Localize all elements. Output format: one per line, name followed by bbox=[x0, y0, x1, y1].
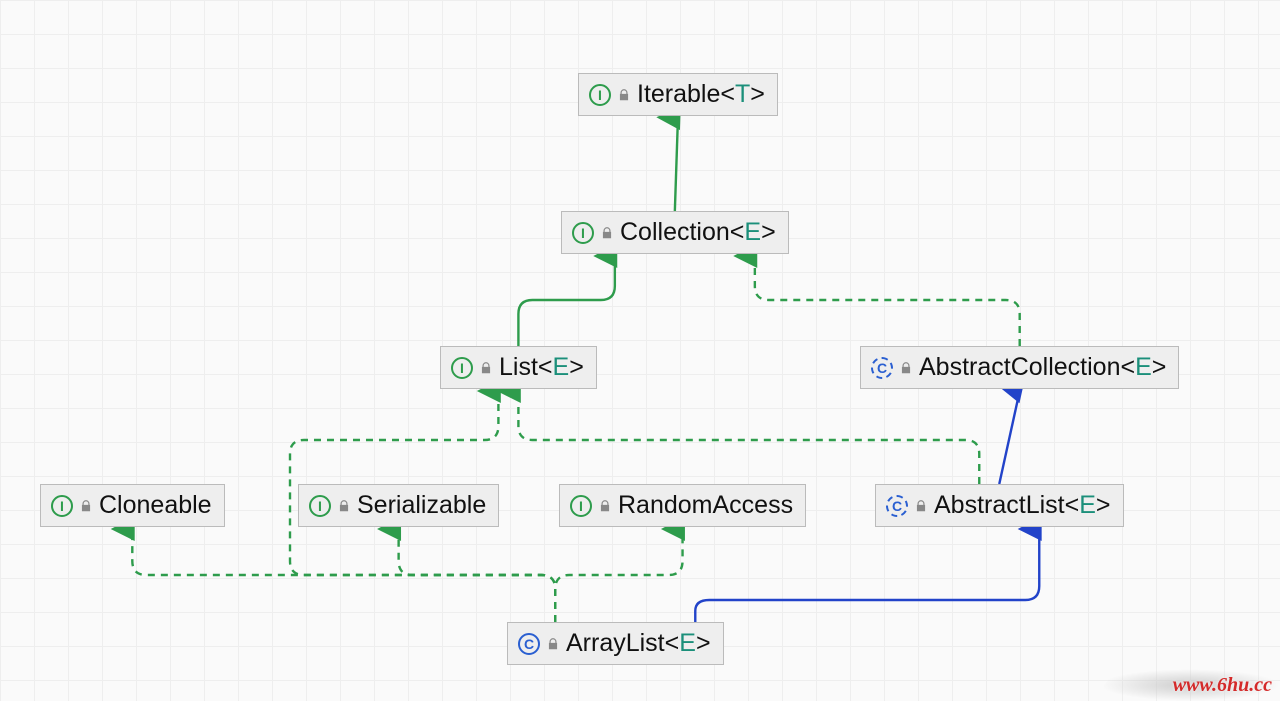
edge-abstractlist-to-list bbox=[518, 391, 979, 484]
interface-icon: I bbox=[589, 84, 611, 106]
interface-icon: I bbox=[451, 357, 473, 379]
abstract-class-icon: C bbox=[886, 495, 908, 517]
interface-icon: I bbox=[570, 495, 592, 517]
edge-arraylist-to-randomaccess bbox=[555, 529, 682, 622]
class-icon: C bbox=[518, 633, 540, 655]
class-node-collection[interactable]: I Collection<E> bbox=[561, 211, 789, 254]
class-node-iterable[interactable]: I Iterable<T> bbox=[578, 73, 778, 116]
class-node-list[interactable]: I List<E> bbox=[440, 346, 597, 389]
lock-icon bbox=[600, 226, 614, 240]
edge-abstractlist-to-abstractcollection bbox=[999, 391, 1019, 484]
interface-icon: I bbox=[309, 495, 331, 517]
lock-icon bbox=[337, 499, 351, 513]
watermark-text: www.6hu.cc bbox=[1173, 674, 1272, 697]
class-node-arraylist[interactable]: C ArrayList<E> bbox=[507, 622, 724, 665]
lock-icon bbox=[79, 499, 93, 513]
class-name: AbstractList<E> bbox=[934, 491, 1111, 520]
class-node-abstractlist[interactable]: C AbstractList<E> bbox=[875, 484, 1124, 527]
lock-icon bbox=[914, 499, 928, 513]
class-name: AbstractCollection<E> bbox=[919, 353, 1166, 382]
class-name: Iterable<T> bbox=[637, 80, 765, 109]
edge-arraylist-to-abstractlist bbox=[695, 529, 1039, 622]
edge-list-to-collection bbox=[518, 256, 614, 346]
interface-icon: I bbox=[51, 495, 73, 517]
edge-collection-to-iterable bbox=[675, 118, 678, 211]
class-node-cloneable[interactable]: I Cloneable bbox=[40, 484, 225, 527]
class-name: Collection<E> bbox=[620, 218, 776, 247]
class-node-randomaccess[interactable]: I RandomAccess bbox=[559, 484, 806, 527]
abstract-class-icon: C bbox=[871, 357, 893, 379]
class-node-abstractcollection[interactable]: C AbstractCollection<E> bbox=[860, 346, 1179, 389]
class-node-serializable[interactable]: I Serializable bbox=[298, 484, 499, 527]
lock-icon bbox=[598, 499, 612, 513]
lock-icon bbox=[617, 88, 631, 102]
edge-arraylist-to-cloneable bbox=[132, 529, 555, 622]
class-name: Cloneable bbox=[99, 491, 212, 520]
class-name: RandomAccess bbox=[618, 491, 793, 520]
lock-icon bbox=[899, 361, 913, 375]
class-name: Serializable bbox=[357, 491, 486, 520]
edge-arraylist-to-serializable bbox=[399, 529, 556, 622]
class-name: List<E> bbox=[499, 353, 584, 382]
lock-icon bbox=[479, 361, 493, 375]
lock-icon bbox=[546, 637, 560, 651]
edge-abstractcollection-to-collection bbox=[755, 256, 1020, 346]
class-name: ArrayList<E> bbox=[566, 629, 711, 658]
interface-icon: I bbox=[572, 222, 594, 244]
